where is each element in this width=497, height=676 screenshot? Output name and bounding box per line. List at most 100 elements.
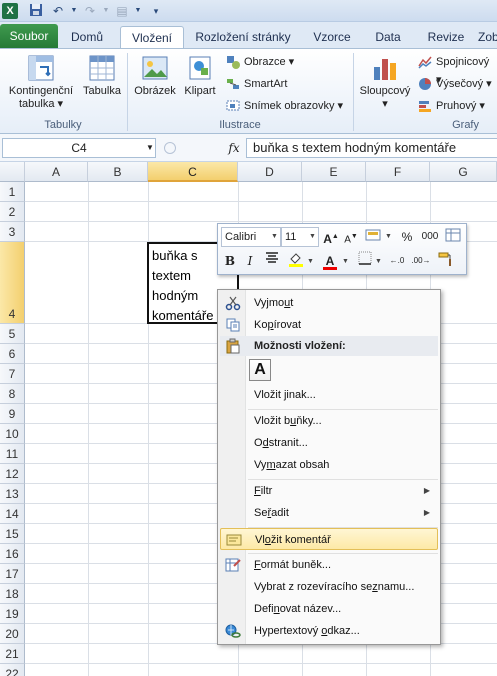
column-header-e[interactable]: E [302, 162, 366, 182]
tab-view[interactable]: Zobraz [478, 26, 497, 48]
shrink-font-icon[interactable]: A▼ [342, 227, 360, 247]
column-chart-button[interactable]: Sloupcový ▾ [356, 53, 414, 111]
menu-item-insert-comment[interactable]: Vložit komentář [220, 528, 438, 550]
grow-font-icon[interactable]: A▲ [322, 227, 340, 247]
tab-home[interactable]: Domů [62, 26, 112, 48]
insert-function-button[interactable]: fx [224, 138, 244, 158]
font-color-icon[interactable]: A [321, 251, 339, 271]
row-header-3[interactable]: 3 [0, 222, 25, 242]
paste-options-header: Možnosti vložení: [220, 336, 438, 356]
column-header-g[interactable]: G [430, 162, 497, 182]
percent-style-button[interactable]: % [398, 227, 416, 247]
tab-insert[interactable]: Vložení [120, 26, 184, 48]
row-header-4[interactable]: 4 [0, 242, 25, 324]
row-header-13[interactable]: 13 [0, 484, 25, 504]
row-header-12[interactable]: 12 [0, 464, 25, 484]
name-box-dropdown-icon[interactable]: ▼ [146, 143, 154, 152]
customize-qat-icon[interactable]: ▾ [148, 3, 164, 19]
row-header-11[interactable]: 11 [0, 444, 25, 464]
row-header-9[interactable]: 9 [0, 404, 25, 424]
row-header-2[interactable]: 2 [0, 202, 25, 222]
column-header-c[interactable]: C [148, 162, 238, 182]
table-button[interactable]: Tabulka [80, 53, 124, 98]
column-header-b[interactable]: B [88, 162, 148, 182]
picture-button[interactable]: Obrázek [132, 53, 178, 98]
menu-item-cut[interactable]: Vyjmout [220, 292, 438, 314]
row-header-15[interactable]: 15 [0, 524, 25, 544]
row-header-6[interactable]: 6 [0, 344, 25, 364]
accounting-format-icon[interactable] [364, 227, 382, 247]
column-header-a[interactable]: A [25, 162, 88, 182]
menu-item-hyperlink[interactable]: Hypertextový odkaz... [220, 620, 438, 642]
menu-item-sort[interactable]: Seřadit ▶ [220, 502, 438, 524]
comma-style-button[interactable]: 000 [418, 227, 442, 247]
row-header-17[interactable]: 17 [0, 564, 25, 584]
decrease-decimal-icon[interactable]: .00→ [410, 251, 432, 271]
menu-item-filter[interactable]: Filtr ▶ [220, 480, 438, 502]
undo-icon[interactable]: ↶ [50, 3, 66, 19]
screenshot-button[interactable]: Snímek obrazovky ▾ [224, 97, 343, 115]
fill-color-dropdown-icon[interactable]: ▼ [307, 258, 314, 265]
tab-data[interactable]: Data [366, 26, 410, 48]
italic-button[interactable]: I [241, 251, 259, 271]
tab-file[interactable]: Soubor [0, 24, 58, 48]
menu-item-define-name[interactable]: Definovat název... [220, 598, 438, 620]
row-header-1[interactable]: 1 [0, 182, 25, 202]
expand-toggle-icon[interactable] [164, 142, 176, 154]
font-size-dropdown-icon[interactable]: ▼ [309, 233, 316, 240]
increase-decimal-icon[interactable]: ←.0 [386, 251, 408, 271]
row-header-21[interactable]: 21 [0, 644, 25, 664]
font-color-dropdown-icon[interactable]: ▼ [342, 258, 349, 265]
row-header-5[interactable]: 5 [0, 324, 25, 344]
menu-item-copy[interactable]: Kopírovat [220, 314, 438, 336]
accounting-dropdown-icon[interactable]: ▼ [385, 233, 392, 240]
row-header-20[interactable]: 20 [0, 624, 25, 644]
clipart-button[interactable]: Klipart [180, 53, 220, 98]
pivot-table-button[interactable]: Kontingenční tabulka ▾ [4, 53, 78, 111]
format-painter-table-icon[interactable] [444, 227, 462, 247]
column-header-f[interactable]: F [366, 162, 430, 182]
format-painter-icon[interactable] [436, 251, 454, 271]
select-all-corner[interactable] [0, 162, 25, 182]
shapes-button[interactable]: Obrazce ▾ [224, 53, 294, 71]
tab-page-layout[interactable]: Rozložení stránky [190, 26, 296, 48]
pie-chart-button[interactable]: Výsečový ▾ [416, 75, 492, 93]
redo-icon[interactable]: ↷ [82, 3, 98, 19]
fill-color-icon[interactable] [287, 251, 305, 271]
undo-dropdown-icon[interactable]: ▼ [66, 3, 82, 19]
smartart-button[interactable]: SmartArt [224, 75, 287, 93]
row-header-8[interactable]: 8 [0, 384, 25, 404]
menu-item-delete[interactable]: Odstranit... [220, 432, 438, 454]
borders-dropdown-icon[interactable]: ▼ [375, 258, 382, 265]
redo-dropdown-icon[interactable]: ▼ [98, 3, 114, 19]
repeat-dropdown-icon[interactable]: ▼ [130, 3, 146, 19]
row-header-16[interactable]: 16 [0, 544, 25, 564]
row-header-7[interactable]: 7 [0, 364, 25, 384]
tab-formulas[interactable]: Vzorce [304, 26, 360, 48]
shapes-icon [226, 55, 240, 69]
row-header-10[interactable]: 10 [0, 424, 25, 444]
borders-icon[interactable] [356, 251, 374, 271]
line-chart-button[interactable]: Spojnicový ▾ [416, 53, 497, 86]
bar-chart-button[interactable]: Pruhový ▾ [416, 97, 485, 115]
center-align-icon[interactable] [263, 251, 281, 271]
excel-logo-icon[interactable]: X [2, 3, 18, 19]
tab-review[interactable]: Revize [418, 26, 474, 48]
save-icon[interactable] [28, 3, 44, 19]
menu-item-paste-special[interactable]: Vložit jinak... [220, 384, 438, 406]
menu-item-pick-from-list[interactable]: Vybrat z rozevíracího seznamu... [220, 576, 438, 598]
menu-item-clear-contents[interactable]: Vymazat obsah [220, 454, 438, 476]
row-header-14[interactable]: 14 [0, 504, 25, 524]
row-header-18[interactable]: 18 [0, 584, 25, 604]
font-name-dropdown-icon[interactable]: ▼ [271, 233, 278, 240]
column-header-d[interactable]: D [238, 162, 302, 182]
row-header-22[interactable]: 22 [0, 664, 25, 676]
menu-item-insert-cells[interactable]: Vložit buňky... [220, 410, 438, 432]
row-header-19[interactable]: 19 [0, 604, 25, 624]
paste-keep-text-only-button[interactable]: A [249, 359, 271, 381]
bold-button[interactable]: B [221, 251, 239, 271]
formula-input[interactable]: buňka s textem hodným komentáře [246, 138, 497, 158]
repeat-icon[interactable]: ▤ [114, 3, 130, 19]
menu-item-format-cells[interactable]: Formát buněk... [220, 554, 438, 576]
name-box[interactable]: C4 [2, 138, 156, 158]
